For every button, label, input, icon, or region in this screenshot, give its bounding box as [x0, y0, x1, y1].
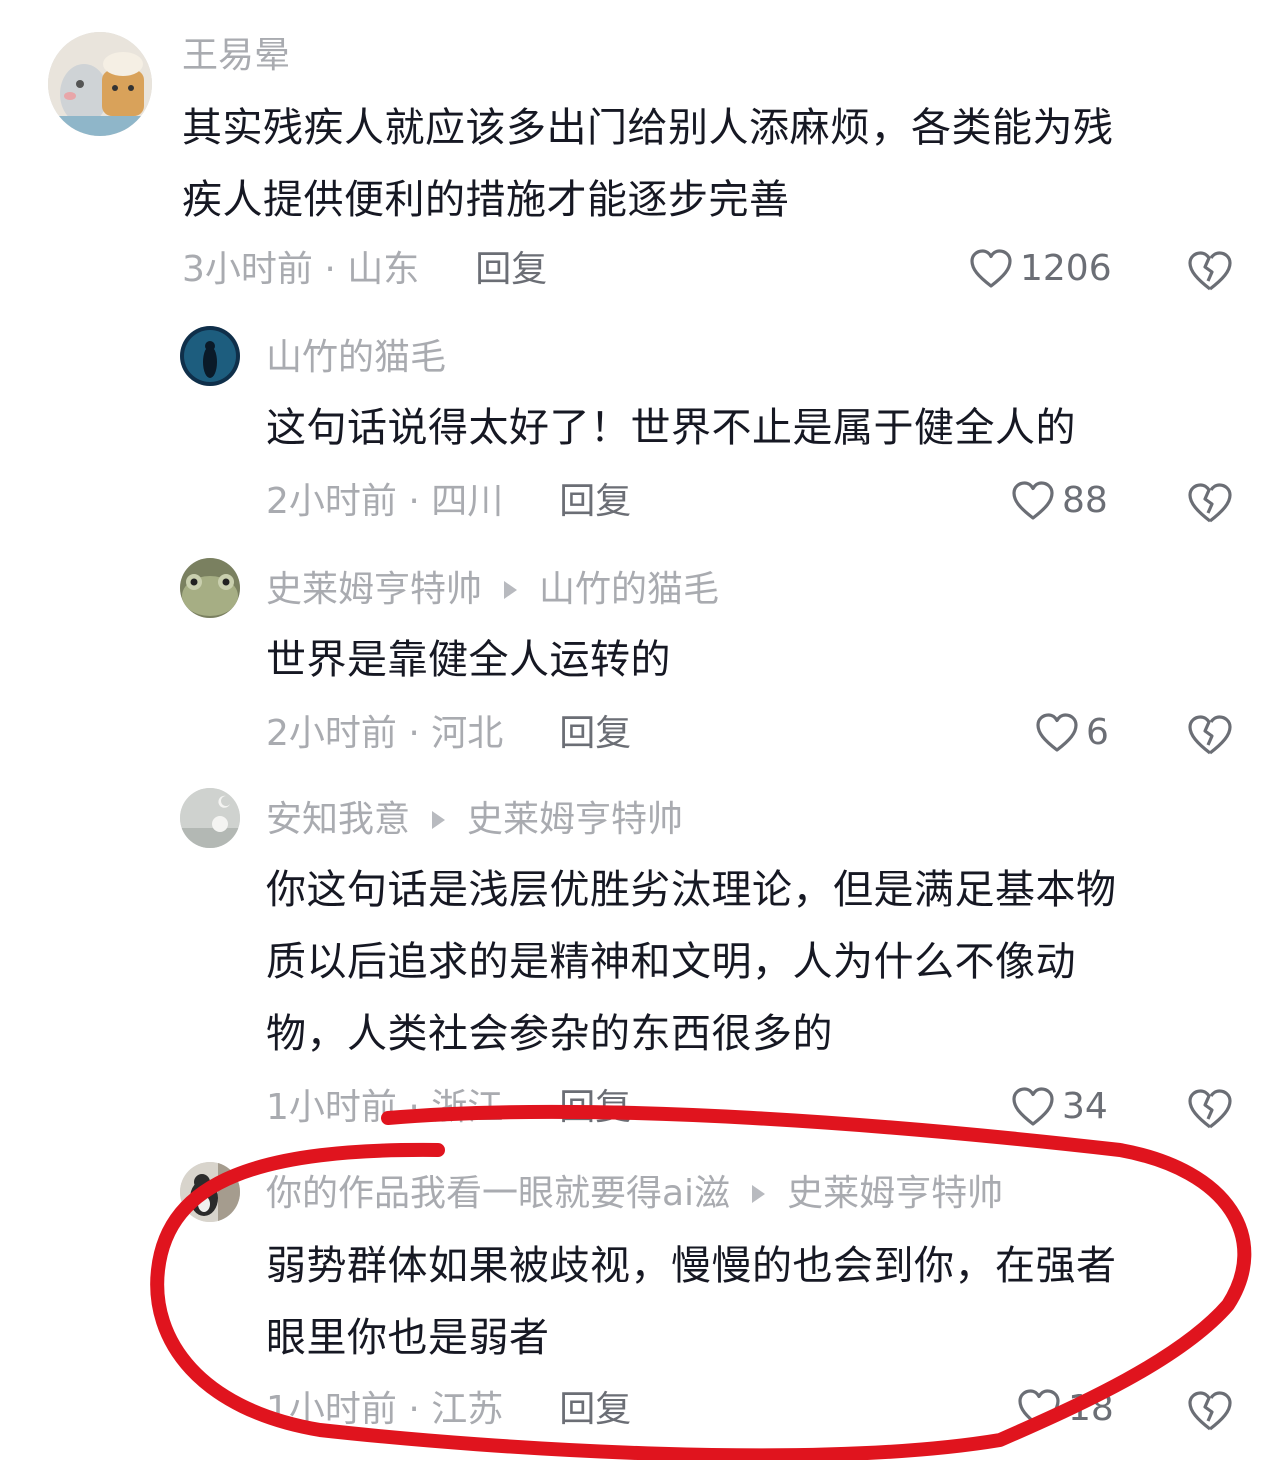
comment-text: 你这句话是浅层优胜劣汰理论，但是满足基本物 质以后追求的是精神和文明，人为什么不…: [266, 854, 1117, 1070]
comment-text: 弱势群体如果被歧视，慢慢的也会到你，在强者 眼里你也是弱者: [266, 1230, 1117, 1374]
reply-button[interactable]: 回复: [559, 1392, 631, 1428]
avatar[interactable]: [180, 326, 240, 386]
avatar[interactable]: [48, 32, 152, 136]
avatar[interactable]: [180, 788, 240, 848]
comment-meta: 2小时前 · 四川 回复: [266, 484, 631, 520]
reply-button[interactable]: 回复: [559, 716, 631, 752]
username[interactable]: 王易晕: [182, 38, 290, 74]
like-button[interactable]: 88: [1010, 480, 1108, 522]
broken-heart-icon[interactable]: [1186, 481, 1234, 525]
comment-user-row: 你的作品我看一眼就要得ai滋 史莱姆亨特帅: [266, 1176, 1003, 1212]
time-location: 1小时前 · 江苏: [266, 1389, 504, 1430]
comment-user-row: 史莱姆亨特帅 山竹的猫毛: [266, 572, 719, 608]
username[interactable]: 史莱姆亨特帅: [266, 572, 482, 608]
comment-meta: 2小时前 · 河北 回复: [266, 716, 631, 752]
reply-button[interactable]: 回复: [475, 252, 547, 288]
comment-text-line: 弱势群体如果被歧视，慢慢的也会到你，在强者: [266, 1243, 1117, 1289]
avatar[interactable]: [180, 558, 240, 618]
heart-outline-icon: [1012, 481, 1054, 520]
like-count: 6: [1086, 712, 1109, 753]
broken-heart-icon[interactable]: [1186, 249, 1234, 293]
comment-user-row: 山竹的猫毛: [266, 340, 446, 376]
comment-text: 其实残疾人就应该多出门给别人添麻烦，各类能为残 疾人提供便利的措施才能逐步完善: [182, 92, 1114, 236]
heart-outline-icon: [970, 249, 1012, 288]
comment-text-line: 质以后追求的是精神和文明，人为什么不像动: [266, 939, 1076, 985]
heart-outline-icon: [1036, 713, 1078, 752]
username[interactable]: 山竹的猫毛: [266, 340, 446, 376]
reply-to-arrow-icon: [432, 811, 446, 829]
comment-text: 这句话说得太好了！世界不止是属于健全人的: [266, 392, 1076, 464]
comment-text-line: 你这句话是浅层优胜劣汰理论，但是满足基本物: [266, 867, 1117, 913]
comment-meta: 1小时前 · 江苏 回复: [266, 1392, 631, 1428]
comment-meta: 3小时前 · 山东 回复: [182, 252, 547, 288]
like-count: 88: [1062, 480, 1108, 521]
reply-to-arrow-icon: [752, 1185, 766, 1203]
like-button[interactable]: 6: [1034, 712, 1109, 754]
broken-heart-icon[interactable]: [1186, 1087, 1234, 1131]
like-count: 18: [1068, 1388, 1114, 1429]
comment-text-line: 疾人提供便利的措施才能逐步完善: [182, 177, 790, 223]
time-location: 2小时前 · 河北: [266, 713, 504, 754]
comment-meta: 1小时前 · 浙江 回复: [266, 1090, 631, 1126]
reply-button[interactable]: 回复: [559, 484, 631, 520]
avatar[interactable]: [180, 1162, 240, 1222]
heart-outline-icon: [1012, 1087, 1054, 1126]
reply-button[interactable]: 回复: [559, 1090, 631, 1126]
reply-to-arrow-icon: [504, 581, 518, 599]
comment-user-row: 安知我意 史莱姆亨特帅: [266, 802, 683, 838]
broken-heart-icon[interactable]: [1186, 1389, 1234, 1433]
like-count: 34: [1062, 1086, 1108, 1127]
comment-text-line: 这句话说得太好了！世界不止是属于健全人的: [266, 405, 1076, 451]
comment-text-line: 其实残疾人就应该多出门给别人添麻烦，各类能为残: [182, 105, 1114, 151]
reply-to-username[interactable]: 史莱姆亨特帅: [467, 802, 683, 838]
time-location: 3小时前 · 山东: [182, 249, 420, 290]
comment-user-row: 王易晕: [182, 38, 290, 74]
username[interactable]: 你的作品我看一眼就要得ai滋: [266, 1176, 730, 1212]
heart-outline-icon: [1018, 1389, 1060, 1428]
like-button[interactable]: 1206: [968, 248, 1112, 290]
time-location: 2小时前 · 四川: [266, 481, 504, 522]
comment-text-line: 眼里你也是弱者: [266, 1315, 550, 1361]
reply-to-username[interactable]: 山竹的猫毛: [539, 572, 719, 608]
reply-to-username[interactable]: 史莱姆亨特帅: [787, 1176, 1003, 1212]
username[interactable]: 安知我意: [266, 802, 410, 838]
comment-text: 世界是靠健全人运转的: [266, 624, 671, 696]
like-count: 1206: [1020, 248, 1112, 289]
comment-text-line: 物，人类社会参杂的东西很多的: [266, 1011, 833, 1057]
like-button[interactable]: 18: [1016, 1388, 1114, 1430]
broken-heart-icon[interactable]: [1186, 713, 1234, 757]
time-location: 1小时前 · 浙江: [266, 1087, 504, 1128]
comment-text-line: 世界是靠健全人运转的: [266, 637, 671, 683]
like-button[interactable]: 34: [1010, 1086, 1108, 1128]
